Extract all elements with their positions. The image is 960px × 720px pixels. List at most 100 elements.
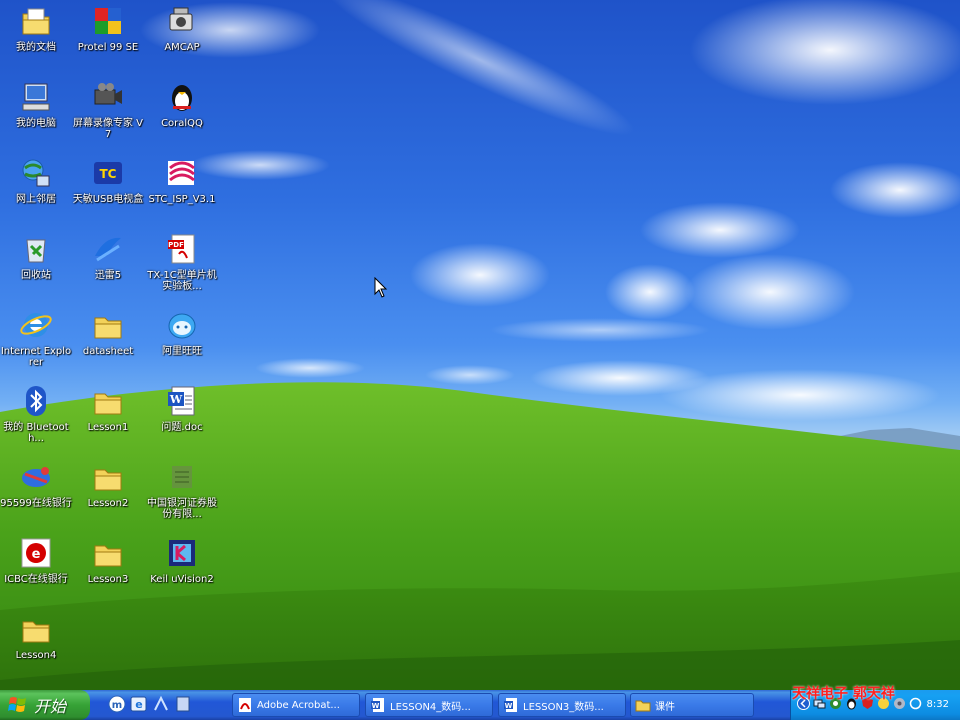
taskbar-button-label: 课件: [655, 701, 675, 713]
desktop-icon-label: 网上邻居: [16, 194, 56, 205]
desktop-icon-protel[interactable]: Protel 99 SE: [72, 2, 144, 78]
desktop-icon-label: STC_ISP_V3.1: [148, 194, 216, 205]
desktop-icon-lesson3[interactable]: Lesson3: [72, 534, 144, 610]
desktop-wallpaper: [0, 0, 960, 720]
desktop-icon-label: 回收站: [21, 270, 51, 281]
desktop-icon-label: Protel 99 SE: [77, 42, 139, 53]
taskbar-button-label: Adobe Acrobat...: [257, 699, 340, 711]
taskbar-button-label: LESSON4_数码...: [390, 701, 471, 713]
desktop-icon-bluetooth[interactable]: 我的 Bluetooth...: [0, 382, 72, 458]
desktop-icon-label: 天敏USB电视盒: [72, 194, 144, 205]
keil-icon: [169, 540, 195, 566]
mouse-pointer-icon: [374, 277, 388, 298]
desktop-icon-galaxy-securities[interactable]: 中国银河证券股份有限...: [146, 458, 218, 534]
desktop-icon-label: 问题.doc: [161, 422, 203, 433]
desktop-icon-stc-isp[interactable]: STC_ISP_V3.1: [146, 154, 218, 230]
desktop-icon-my-computer[interactable]: 我的电脑: [0, 78, 72, 154]
svg-text:W: W: [505, 702, 513, 710]
desktop-icon-label: ICBC在线银行: [4, 574, 68, 585]
bluetooth-icon: [26, 386, 46, 416]
network-globe-icon: [22, 159, 50, 187]
desktop-icon-label: datasheet: [82, 346, 134, 357]
desktop-icon-label: Lesson3: [87, 574, 129, 585]
internet-explorer-icon: [20, 313, 52, 337]
desktop-icon-keil[interactable]: Keil uVision2: [146, 534, 218, 610]
desktop-icon-label: 阿里旺旺: [162, 346, 202, 357]
svg-text:m: m: [112, 700, 122, 711]
desktop-icon-network-places[interactable]: 网上邻居: [0, 154, 72, 230]
desktop-icon-label: Lesson1: [87, 422, 129, 433]
clock[interactable]: 8:32: [927, 699, 949, 710]
desktop-icon-label: 我的文档: [16, 42, 56, 53]
camcorder-icon: [94, 83, 122, 105]
desktop-icon-label: Internet Explorer: [0, 346, 72, 368]
word-document-icon: W: [168, 386, 195, 416]
desktop-icon-label: 95599在线银行: [0, 498, 72, 509]
folder-icon: [635, 700, 651, 712]
folder-icon: [22, 621, 50, 643]
taskbar-button-label: LESSON3_数码...: [523, 701, 604, 713]
desktop-icon-pdf-doc[interactable]: PDF TX-1C型单片机实验板...: [146, 230, 218, 306]
desktop-icon-bank-95599[interactable]: 95599在线银行: [0, 458, 72, 534]
desktop-icon-datasheet[interactable]: datasheet: [72, 306, 144, 382]
recycle-bin-icon: [26, 239, 46, 263]
media-icon[interactable]: [174, 695, 192, 713]
folder-icon: [94, 393, 122, 415]
word-icon: W: [371, 698, 384, 712]
taskbar-button[interactable]: 课件: [630, 693, 754, 717]
svg-text:TC: TC: [100, 167, 117, 181]
power-icon[interactable]: [909, 697, 922, 710]
folder-icon: [94, 545, 122, 567]
desktop-icon-lesson2[interactable]: Lesson2: [72, 458, 144, 534]
desktop-icon-recycle-bin[interactable]: 回收站: [0, 230, 72, 306]
computer-icon: [22, 83, 50, 111]
desktop-icon-label: TX-1C型单片机实验板...: [147, 270, 217, 292]
desktop-icon-label: 我的 Bluetooth...: [3, 422, 69, 444]
word-icon: W: [504, 698, 517, 712]
desktop-icon-tv-box[interactable]: TC 天敏USB电视盒: [72, 154, 144, 230]
pdf-icon: [239, 698, 251, 712]
desktop-icon-coralqq[interactable]: CoralQQ: [146, 78, 218, 154]
desktop-icon-lesson1[interactable]: Lesson1: [72, 382, 144, 458]
watermark-text: 天祥电子 郭天祥: [792, 686, 895, 702]
taskbar-button[interactable]: W LESSON3_数码...: [498, 693, 626, 717]
tv-box-icon: TC: [94, 162, 122, 184]
taskbar-button[interactable]: W LESSON4_数码...: [365, 693, 493, 717]
desktop-icon-label: Lesson4: [15, 650, 57, 661]
thunder-bird-icon: [95, 237, 121, 262]
desktop-icon-label: CoralQQ: [161, 118, 203, 129]
desktop-icon-label: 迅雷5: [94, 270, 122, 281]
desktop-icon-icbc[interactable]: e ICBC在线银行: [0, 534, 72, 610]
desktop-icon-my-documents[interactable]: 我的文档: [0, 2, 72, 78]
taskbar-button[interactable]: Adobe Acrobat...: [232, 693, 360, 717]
folder-icon: [94, 317, 122, 339]
svg-text:PDF: PDF: [168, 241, 184, 249]
start-label: 开始: [34, 697, 67, 716]
quick-launch: m e: [108, 695, 192, 715]
desktop-icon-ie[interactable]: Internet Explorer: [0, 306, 72, 382]
desktop-icon-aliwangwang[interactable]: 阿里旺旺: [146, 306, 218, 382]
desktop-icon-amcap[interactable]: AMCAP: [146, 2, 218, 78]
desktop-icon-screen-recorder[interactable]: 屏幕录像专家 V7: [72, 78, 144, 154]
icbc-icon: e: [21, 538, 51, 568]
ie-icon[interactable]: e: [130, 695, 148, 713]
desktop-icon-xunlei[interactable]: 迅雷5: [72, 230, 144, 306]
folder-icon: [94, 469, 122, 491]
bank-icon: [22, 467, 50, 487]
webcam-icon: [169, 7, 193, 31]
show-desktop-icon[interactable]: [152, 695, 170, 713]
stc-isp-icon: [168, 161, 195, 185]
desktop-icon-label: Lesson2: [87, 498, 129, 509]
desktop-icon-label: Keil uVision2: [150, 574, 214, 585]
documents-folder-icon: [22, 8, 50, 35]
aliwangwang-icon: [168, 313, 196, 339]
shortcut-icon: [172, 466, 192, 488]
svg-text:W: W: [372, 702, 380, 710]
maxthon-icon[interactable]: m: [108, 695, 126, 713]
svg-text:W: W: [169, 393, 183, 406]
desktop-icon-lesson4[interactable]: Lesson4: [0, 610, 72, 686]
svg-text:e: e: [135, 698, 142, 711]
desktop-icon-wenti-doc[interactable]: W 问题.doc: [146, 382, 218, 458]
desktop-icon-label: 我的电脑: [16, 118, 56, 129]
start-button[interactable]: 开始: [0, 690, 90, 720]
